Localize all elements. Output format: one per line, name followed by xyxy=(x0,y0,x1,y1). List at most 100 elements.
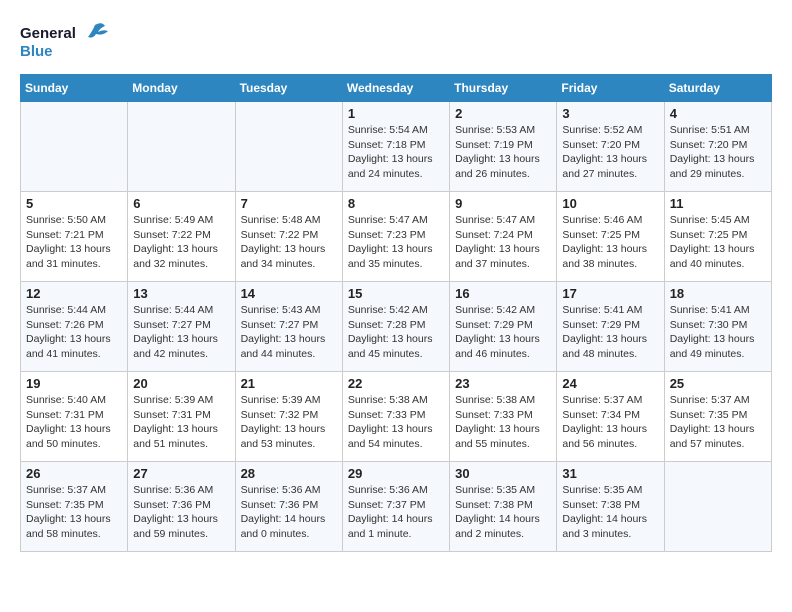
cell-content: Sunrise: 5:54 AM Sunset: 7:18 PM Dayligh… xyxy=(348,123,444,182)
day-number: 31 xyxy=(562,466,658,481)
calendar-cell xyxy=(21,102,128,192)
calendar-cell: 16 Sunrise: 5:42 AM Sunset: 7:29 PM Dayli… xyxy=(450,282,557,372)
day-number: 16 xyxy=(455,286,551,301)
cell-content: Sunrise: 5:37 AM Sunset: 7:34 PM Dayligh… xyxy=(562,393,658,452)
cell-content: Sunrise: 5:46 AM Sunset: 7:25 PM Dayligh… xyxy=(562,213,658,272)
cell-content: Sunrise: 5:45 AM Sunset: 7:25 PM Dayligh… xyxy=(670,213,766,272)
cell-content: Sunrise: 5:44 AM Sunset: 7:26 PM Dayligh… xyxy=(26,303,122,362)
weekday-header-tuesday: Tuesday xyxy=(235,75,342,102)
calendar-cell xyxy=(235,102,342,192)
cell-content: Sunrise: 5:41 AM Sunset: 7:29 PM Dayligh… xyxy=(562,303,658,362)
calendar-cell: 12 Sunrise: 5:44 AM Sunset: 7:26 PM Dayli… xyxy=(21,282,128,372)
calendar-cell: 26 Sunrise: 5:37 AM Sunset: 7:35 PM Dayli… xyxy=(21,462,128,552)
calendar-cell: 18 Sunrise: 5:41 AM Sunset: 7:30 PM Dayli… xyxy=(664,282,771,372)
weekday-header-thursday: Thursday xyxy=(450,75,557,102)
day-number: 3 xyxy=(562,106,658,121)
cell-content: Sunrise: 5:40 AM Sunset: 7:31 PM Dayligh… xyxy=(26,393,122,452)
day-number: 13 xyxy=(133,286,229,301)
day-number: 8 xyxy=(348,196,444,211)
weekday-header-saturday: Saturday xyxy=(664,75,771,102)
calendar-cell: 20 Sunrise: 5:39 AM Sunset: 7:31 PM Dayli… xyxy=(128,372,235,462)
cell-content: Sunrise: 5:43 AM Sunset: 7:27 PM Dayligh… xyxy=(241,303,337,362)
day-number: 6 xyxy=(133,196,229,211)
page-header: General Blue xyxy=(20,20,772,64)
cell-content: Sunrise: 5:44 AM Sunset: 7:27 PM Dayligh… xyxy=(133,303,229,362)
calendar-cell: 1 Sunrise: 5:54 AM Sunset: 7:18 PM Daylig… xyxy=(342,102,449,192)
calendar-cell: 28 Sunrise: 5:36 AM Sunset: 7:36 PM Dayli… xyxy=(235,462,342,552)
calendar-cell: 13 Sunrise: 5:44 AM Sunset: 7:27 PM Dayli… xyxy=(128,282,235,372)
cell-content: Sunrise: 5:35 AM Sunset: 7:38 PM Dayligh… xyxy=(562,483,658,542)
weekday-header-sunday: Sunday xyxy=(21,75,128,102)
calendar-cell: 17 Sunrise: 5:41 AM Sunset: 7:29 PM Dayli… xyxy=(557,282,664,372)
calendar-cell xyxy=(128,102,235,192)
svg-text:General: General xyxy=(20,25,76,42)
cell-content: Sunrise: 5:52 AM Sunset: 7:20 PM Dayligh… xyxy=(562,123,658,182)
day-number: 25 xyxy=(670,376,766,391)
day-number: 21 xyxy=(241,376,337,391)
cell-content: Sunrise: 5:50 AM Sunset: 7:21 PM Dayligh… xyxy=(26,213,122,272)
day-number: 29 xyxy=(348,466,444,481)
calendar-cell: 30Sunrise: 5:35 AM Sunset: 7:38 PM Dayli… xyxy=(450,462,557,552)
day-number: 7 xyxy=(241,196,337,211)
day-number: 30 xyxy=(455,466,551,481)
weekday-header-friday: Friday xyxy=(557,75,664,102)
calendar-cell: 23 Sunrise: 5:38 AM Sunset: 7:33 PM Dayli… xyxy=(450,372,557,462)
calendar-cell: 11 Sunrise: 5:45 AM Sunset: 7:25 PM Dayli… xyxy=(664,192,771,282)
day-number: 18 xyxy=(670,286,766,301)
calendar-cell: 3 Sunrise: 5:52 AM Sunset: 7:20 PM Daylig… xyxy=(557,102,664,192)
cell-content: Sunrise: 5:38 AM Sunset: 7:33 PM Dayligh… xyxy=(455,393,551,452)
calendar-cell: 6 Sunrise: 5:49 AM Sunset: 7:22 PM Daylig… xyxy=(128,192,235,282)
calendar-cell: 14 Sunrise: 5:43 AM Sunset: 7:27 PM Dayli… xyxy=(235,282,342,372)
cell-content: Sunrise: 5:36 AM Sunset: 7:36 PM Dayligh… xyxy=(241,483,337,542)
calendar-table: SundayMondayTuesdayWednesdayThursdayFrid… xyxy=(20,74,772,552)
cell-content: Sunrise: 5:42 AM Sunset: 7:28 PM Dayligh… xyxy=(348,303,444,362)
cell-content: Sunrise: 5:39 AM Sunset: 7:31 PM Dayligh… xyxy=(133,393,229,452)
day-number: 4 xyxy=(670,106,766,121)
day-number: 11 xyxy=(670,196,766,211)
day-number: 17 xyxy=(562,286,658,301)
cell-content: Sunrise: 5:37 AM Sunset: 7:35 PM Dayligh… xyxy=(26,483,122,542)
calendar-cell: 5 Sunrise: 5:50 AM Sunset: 7:21 PM Daylig… xyxy=(21,192,128,282)
cell-content: Sunrise: 5:49 AM Sunset: 7:22 PM Dayligh… xyxy=(133,213,229,272)
calendar-cell: 29 Sunrise: 5:36 AM Sunset: 7:37 PM Dayli… xyxy=(342,462,449,552)
cell-content: Sunrise: 5:51 AM Sunset: 7:20 PM Dayligh… xyxy=(670,123,766,182)
day-number: 27 xyxy=(133,466,229,481)
cell-content: Sunrise: 5:36 AM Sunset: 7:36 PM Dayligh… xyxy=(133,483,229,542)
calendar-header: SundayMondayTuesdayWednesdayThursdayFrid… xyxy=(21,75,772,102)
calendar-cell: 24Sunrise: 5:37 AM Sunset: 7:34 PM Dayli… xyxy=(557,372,664,462)
day-number: 2 xyxy=(455,106,551,121)
day-number: 28 xyxy=(241,466,337,481)
cell-content: Sunrise: 5:41 AM Sunset: 7:30 PM Dayligh… xyxy=(670,303,766,362)
calendar-cell: 21 Sunrise: 5:39 AM Sunset: 7:32 PM Dayli… xyxy=(235,372,342,462)
day-number: 26 xyxy=(26,466,122,481)
calendar-cell: 8Sunrise: 5:47 AM Sunset: 7:23 PM Daylig… xyxy=(342,192,449,282)
calendar-cell: 25 Sunrise: 5:37 AM Sunset: 7:35 PM Dayli… xyxy=(664,372,771,462)
day-number: 19 xyxy=(26,376,122,391)
day-number: 1 xyxy=(348,106,444,121)
day-number: 14 xyxy=(241,286,337,301)
calendar-cell: 4 Sunrise: 5:51 AM Sunset: 7:20 PM Daylig… xyxy=(664,102,771,192)
calendar-cell: 10 Sunrise: 5:46 AM Sunset: 7:25 PM Dayli… xyxy=(557,192,664,282)
calendar-cell: 2 Sunrise: 5:53 AM Sunset: 7:19 PM Daylig… xyxy=(450,102,557,192)
day-number: 10 xyxy=(562,196,658,211)
day-number: 5 xyxy=(26,196,122,211)
calendar-cell: 19 Sunrise: 5:40 AM Sunset: 7:31 PM Dayli… xyxy=(21,372,128,462)
cell-content: Sunrise: 5:38 AM Sunset: 7:33 PM Dayligh… xyxy=(348,393,444,452)
calendar-cell: 22 Sunrise: 5:38 AM Sunset: 7:33 PM Dayli… xyxy=(342,372,449,462)
calendar-cell: 27 Sunrise: 5:36 AM Sunset: 7:36 PM Dayli… xyxy=(128,462,235,552)
cell-content: Sunrise: 5:39 AM Sunset: 7:32 PM Dayligh… xyxy=(241,393,337,452)
cell-content: Sunrise: 5:37 AM Sunset: 7:35 PM Dayligh… xyxy=(670,393,766,452)
day-number: 12 xyxy=(26,286,122,301)
day-number: 15 xyxy=(348,286,444,301)
day-number: 23 xyxy=(455,376,551,391)
day-number: 22 xyxy=(348,376,444,391)
day-number: 20 xyxy=(133,376,229,391)
day-number: 9 xyxy=(455,196,551,211)
cell-content: Sunrise: 5:47 AM Sunset: 7:24 PM Dayligh… xyxy=(455,213,551,272)
cell-content: Sunrise: 5:42 AM Sunset: 7:29 PM Dayligh… xyxy=(455,303,551,362)
cell-content: Sunrise: 5:36 AM Sunset: 7:37 PM Dayligh… xyxy=(348,483,444,542)
svg-text:Blue: Blue xyxy=(20,43,53,60)
cell-content: Sunrise: 5:53 AM Sunset: 7:19 PM Dayligh… xyxy=(455,123,551,182)
weekday-header-monday: Monday xyxy=(128,75,235,102)
cell-content: Sunrise: 5:48 AM Sunset: 7:22 PM Dayligh… xyxy=(241,213,337,272)
